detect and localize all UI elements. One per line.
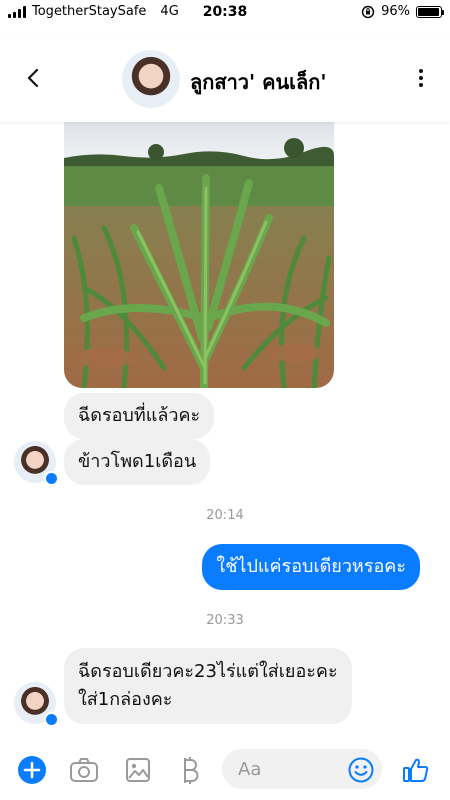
message-input[interactable] (238, 749, 348, 789)
photo-message[interactable] (64, 118, 334, 388)
status-right: 96% (361, 4, 444, 19)
outgoing-message-bubble[interactable]: ใช้ไปแค่รอบเดียวหรอคะ (202, 544, 420, 590)
battery-icon (416, 5, 444, 18)
camera-button[interactable] (68, 754, 100, 786)
payment-button[interactable] (174, 754, 206, 786)
sender-avatar[interactable] (14, 441, 58, 485)
sender-avatar[interactable] (14, 682, 58, 726)
thumbs-up-icon (403, 758, 429, 782)
contact-avatar[interactable] (122, 50, 180, 108)
message-composer (0, 740, 450, 800)
timestamp: 20:14 (206, 508, 244, 523)
camera-icon (70, 758, 98, 782)
messenger-badge-icon (44, 712, 58, 726)
status-bar: TogetherStaySafe 4G 20:38 96% (0, 0, 450, 24)
avatar-image (122, 50, 180, 108)
message-line: ใส่1กล่องคะ (78, 689, 173, 710)
emoji-icon[interactable] (348, 757, 374, 783)
gallery-button[interactable] (122, 754, 154, 786)
baht-icon (184, 757, 199, 784)
like-button[interactable] (400, 754, 432, 786)
incoming-message-bubble[interactable]: ฉีดรอบที่แล้วคะ (64, 393, 215, 439)
image-icon (126, 758, 150, 782)
battery-percent: 96% (381, 4, 410, 19)
battery-fill (418, 7, 440, 16)
add-button[interactable] (16, 754, 48, 786)
contact-name[interactable]: ลูกสาว' คนเล็ก' (190, 66, 327, 98)
timestamp: 20:33 (206, 613, 244, 628)
more-options-icon[interactable] (418, 68, 424, 88)
corn-field-photo (64, 118, 334, 388)
orientation-lock-icon (361, 5, 375, 18)
messenger-badge-icon (44, 471, 58, 485)
back-arrow-icon[interactable] (22, 66, 46, 90)
plus-circle-icon (18, 756, 46, 784)
message-input-box[interactable] (222, 749, 382, 789)
incoming-message-bubble[interactable]: ข้าวโพด1เดือน (64, 439, 211, 485)
incoming-message-bubble[interactable]: ฉีดรอบเดียวคะ23ไร่แต่ใส่เยอะคะ ใส่1กล่อง… (64, 648, 352, 724)
message-line: ฉีดรอบเดียวคะ23ไร่แต่ใส่เยอะคะ (78, 661, 338, 682)
conversation-header: ลูกสาว' คนเล็ก' (0, 36, 450, 122)
